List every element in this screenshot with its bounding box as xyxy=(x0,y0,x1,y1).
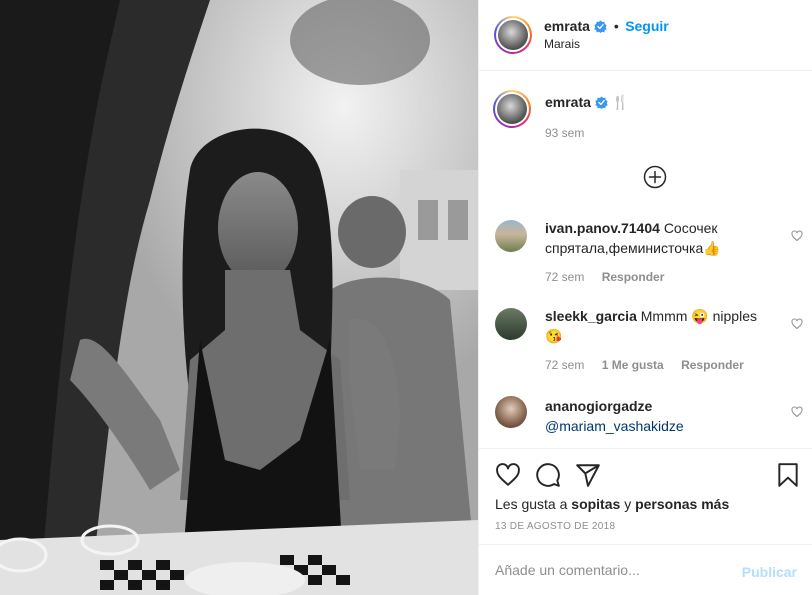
post-side-panel: emrata • Seguir Marais emrata 🍴 93 sem i… xyxy=(478,0,812,595)
post-date[interactable]: 13 DE AGOSTO DE 2018 xyxy=(495,521,615,532)
reply-button[interactable]: Responder xyxy=(602,270,665,284)
add-comment-bar: Publicar xyxy=(479,544,812,595)
likes-joiner: y xyxy=(624,496,632,512)
caption-text: 🍴 xyxy=(611,94,630,110)
caption-username[interactable]: emrata xyxy=(545,94,591,110)
verified-badge-icon xyxy=(594,20,608,33)
post-photo[interactable] xyxy=(0,0,478,595)
author-avatar[interactable] xyxy=(494,16,532,54)
heart-icon[interactable] xyxy=(495,462,521,488)
commenter-username[interactable]: sleekk_garcia xyxy=(545,308,637,324)
add-comment-input[interactable] xyxy=(495,557,735,583)
reply-button[interactable]: Responder xyxy=(681,358,744,372)
commenter-username[interactable]: ivan.panov.71404 xyxy=(545,220,660,236)
likes-others-link[interactable]: personas más xyxy=(635,496,729,512)
post-photo-image xyxy=(0,0,478,595)
comment-time[interactable]: 72 sem xyxy=(545,358,584,372)
comment-bubble-icon[interactable] xyxy=(535,462,561,488)
commenter-avatar[interactable] xyxy=(495,220,527,252)
caption-avatar[interactable] xyxy=(493,90,531,128)
heart-icon[interactable] xyxy=(791,406,803,418)
commenter-avatar[interactable] xyxy=(495,396,527,428)
heart-icon[interactable] xyxy=(791,318,803,330)
likes-prefix: Les gusta a xyxy=(495,496,568,512)
comment-likes[interactable]: 1 Me gusta xyxy=(602,358,664,372)
follow-button[interactable]: Seguir xyxy=(625,18,669,34)
paper-plane-icon[interactable] xyxy=(575,462,601,488)
author-username[interactable]: emrata xyxy=(544,18,590,34)
likes-summary: Les gusta a sopitas y personas más xyxy=(495,496,729,512)
header-separator: • xyxy=(613,18,619,34)
plus-circle-icon[interactable] xyxy=(643,165,667,189)
comments-section[interactable]: emrata 🍴 93 sem ivan.panov.71404 Сосочек… xyxy=(479,72,812,447)
post-actions: Les gusta a sopitas y personas más 13 DE… xyxy=(479,448,812,544)
comment-time[interactable]: 72 sem xyxy=(545,270,584,284)
publish-button[interactable]: Publicar xyxy=(742,564,797,580)
comment-mention[interactable]: @mariam_vashakidze xyxy=(545,418,684,434)
commenter-username[interactable]: ananogiorgadze xyxy=(545,398,652,414)
likes-user-link[interactable]: sopitas xyxy=(571,496,620,512)
bookmark-icon[interactable] xyxy=(775,462,801,488)
commenter-avatar[interactable] xyxy=(495,308,527,340)
caption-time[interactable]: 93 sem xyxy=(545,126,584,140)
verified-badge-icon xyxy=(595,96,608,109)
heart-icon[interactable] xyxy=(791,230,803,242)
post-location[interactable]: Marais xyxy=(544,37,580,51)
post-header: emrata • Seguir Marais xyxy=(479,0,812,71)
